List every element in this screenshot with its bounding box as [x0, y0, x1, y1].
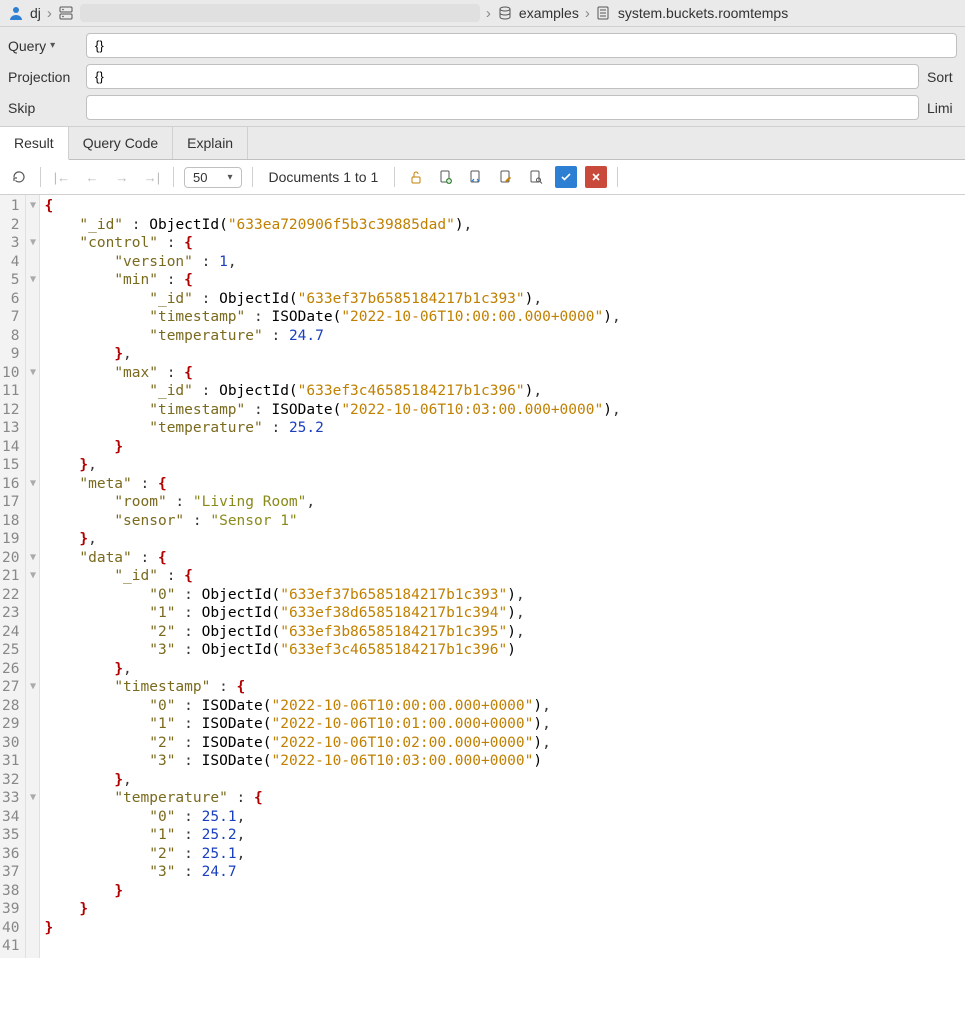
json-viewer: 1234567891011121314151617181920212223242…	[0, 195, 965, 958]
limit-label: Limi	[927, 100, 957, 116]
skip-label: Skip	[8, 100, 78, 116]
tab-explain[interactable]: Explain	[173, 127, 248, 159]
skip-input[interactable]	[86, 95, 919, 120]
page-next-button[interactable]: →	[111, 166, 133, 188]
breadcrumb: dj › › examples › system.buckets.roomtem…	[0, 0, 965, 27]
code-view-icon[interactable]	[465, 166, 487, 188]
refresh-button[interactable]	[8, 166, 30, 188]
page-prev-button[interactable]: ←	[81, 166, 103, 188]
page-size-select[interactable]: 50 ▾	[184, 167, 242, 188]
breadcrumb-database[interactable]: examples	[519, 5, 579, 21]
result-toolbar: |← ← → →| 50 ▾ Documents 1 to 1	[0, 160, 965, 195]
chevron-down-icon[interactable]: ▾	[50, 40, 55, 51]
page-first-button[interactable]: |←	[51, 166, 73, 188]
breadcrumb-user[interactable]: dj	[30, 5, 41, 21]
query-label: Query ▾	[8, 38, 78, 54]
tab-query-code[interactable]: Query Code	[69, 127, 173, 159]
breadcrumb-collection[interactable]: system.buckets.roomtemps	[618, 5, 788, 21]
database-icon	[497, 5, 513, 21]
breadcrumb-server-redacted	[80, 4, 480, 22]
filter-bar: Query ▾ Projection Sort Skip Limi	[0, 27, 965, 127]
tab-result[interactable]: Result	[0, 127, 69, 160]
collection-icon	[596, 5, 612, 21]
page-size-value: 50	[193, 170, 207, 185]
chevron-down-icon: ▾	[227, 172, 232, 183]
confirm-icon[interactable]	[555, 166, 577, 188]
line-number-gutter: 1234567891011121314151617181920212223242…	[0, 195, 26, 958]
chevron-right-icon: ›	[486, 5, 491, 22]
search-document-icon[interactable]	[525, 166, 547, 188]
projection-input[interactable]	[86, 64, 919, 89]
add-document-icon[interactable]	[435, 166, 457, 188]
fold-gutter[interactable]: ▼▼▼▼▼▼▼▼▼	[26, 195, 40, 958]
projection-label: Projection	[8, 69, 78, 85]
edit-document-icon[interactable]	[495, 166, 517, 188]
page-last-button[interactable]: →|	[141, 166, 163, 188]
chevron-right-icon: ›	[585, 5, 590, 22]
query-input[interactable]	[86, 33, 957, 58]
sort-label: Sort	[927, 69, 957, 85]
user-icon	[8, 5, 24, 21]
server-icon[interactable]	[58, 5, 74, 21]
unlock-icon[interactable]	[405, 166, 427, 188]
result-tabs: Result Query Code Explain	[0, 127, 965, 160]
chevron-right-icon: ›	[47, 5, 52, 22]
json-content[interactable]: { "_id" : ObjectId("633ea720906f5b3c3988…	[40, 195, 624, 958]
document-count-label: Documents 1 to 1	[269, 169, 379, 185]
delete-icon[interactable]	[585, 166, 607, 188]
